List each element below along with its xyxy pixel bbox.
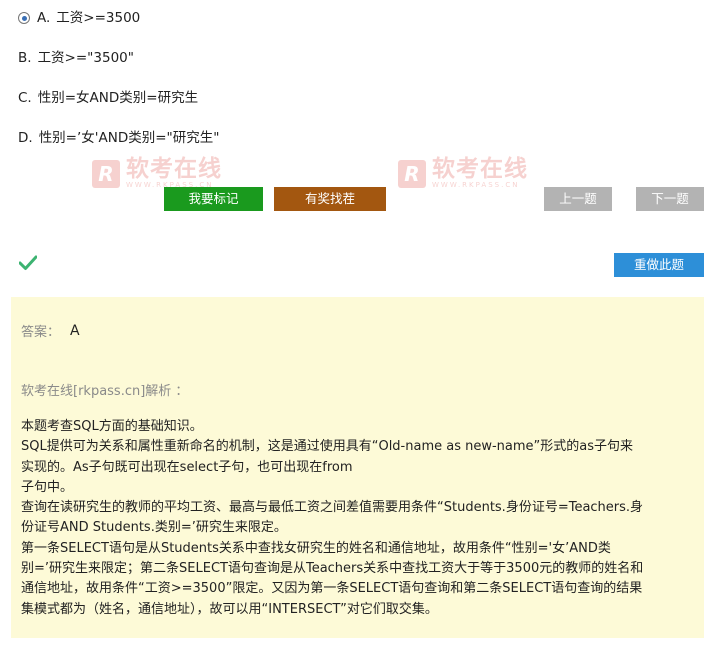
report-error-button[interactable]: 有奖找茬 xyxy=(274,187,386,211)
analysis-line: 份证号AND Students.类别=’研究生来限定。 xyxy=(21,520,287,536)
watermark-cn: 软考在线 xyxy=(432,156,528,182)
analysis-line: 本题考查SQL方面的基础知识。 xyxy=(21,419,203,434)
watermark-cn: 软考在线 xyxy=(126,156,222,182)
option-text: 工资>=3500 xyxy=(56,10,141,26)
prev-question-button[interactable]: 上一题 xyxy=(544,187,612,211)
checkmark-icon xyxy=(19,255,37,270)
answer-label: 答案： xyxy=(21,325,61,340)
analysis-body: 本题考查SQL方面的基础知识。 SQL提供可为关系和属性重新命名的机制，这是通过… xyxy=(21,417,701,620)
radio-selected-icon[interactable] xyxy=(18,12,30,24)
option-letter: B. xyxy=(18,50,32,66)
analysis-title: 软考在线[rkpass.cn]解析 ： xyxy=(21,384,189,399)
option-c[interactable]: C. 性别=女AND类别=研究生 xyxy=(18,88,198,108)
option-text: 性别=’女'AND类别="研究生" xyxy=(38,130,220,146)
analysis-line: SQL提供可为关系和属性重新命名的机制，这是通过使用具有“Old-name as… xyxy=(21,439,634,455)
option-letter: C. xyxy=(18,90,32,106)
rkpass-logo-icon: R xyxy=(398,159,426,188)
option-a[interactable]: A. 工资>=3500 xyxy=(18,8,140,28)
option-b[interactable]: B. 工资>="3500" xyxy=(18,48,134,68)
analysis-line: 子句中。 xyxy=(21,479,74,495)
next-question-button[interactable]: 下一题 xyxy=(636,187,704,211)
analysis-line: 集模式都为（姓名，通信地址），故可以用“INTERSECT”对它们取交集。 xyxy=(21,601,438,617)
option-letter: D. xyxy=(18,130,33,146)
option-d[interactable]: D. 性别=’女'AND类别="研究生" xyxy=(18,128,219,148)
analysis-line: 查询在读研究生的教师的平均工资、最高与最低工资之间差值需要用条件“Student… xyxy=(21,500,644,516)
option-letter: A. xyxy=(37,10,51,26)
analysis-line: 别=’研究生来限定；第二条SELECT语句查询是从Teachers关系中查找工资… xyxy=(21,561,644,577)
option-text: 性别=女AND类别=研究生 xyxy=(37,90,199,106)
analysis-panel: 答案： A 软考在线[rkpass.cn]解析 ： 本题考查SQL方面的基础知识… xyxy=(11,297,704,638)
redo-question-button[interactable]: 重做此题 xyxy=(614,253,704,277)
watermark-logo: R 软考在线 WWW.RKPASS.CN xyxy=(92,157,222,190)
watermark-en: WWW.RKPASS.CN xyxy=(432,181,520,189)
watermark-logo: R 软考在线 WWW.RKPASS.CN xyxy=(398,157,528,190)
option-text: 工资>="3500" xyxy=(37,50,134,66)
analysis-line: 第一条SELECT语句是从Students关系中查找女研究生的姓名和通信地址，故… xyxy=(21,540,611,556)
analysis-line: 实现的。As子句既可出现在select子句，也可出现在from xyxy=(21,459,353,475)
mark-button[interactable]: 我要标记 xyxy=(164,187,263,211)
rkpass-logo-icon: R xyxy=(92,159,120,188)
answer-line: 答案： A xyxy=(21,321,80,341)
answer-value: A xyxy=(70,322,80,339)
analysis-line: 通信地址，故用条件“工资>=3500”限定。又因为第一条SELECT语句查询和第… xyxy=(21,581,643,597)
